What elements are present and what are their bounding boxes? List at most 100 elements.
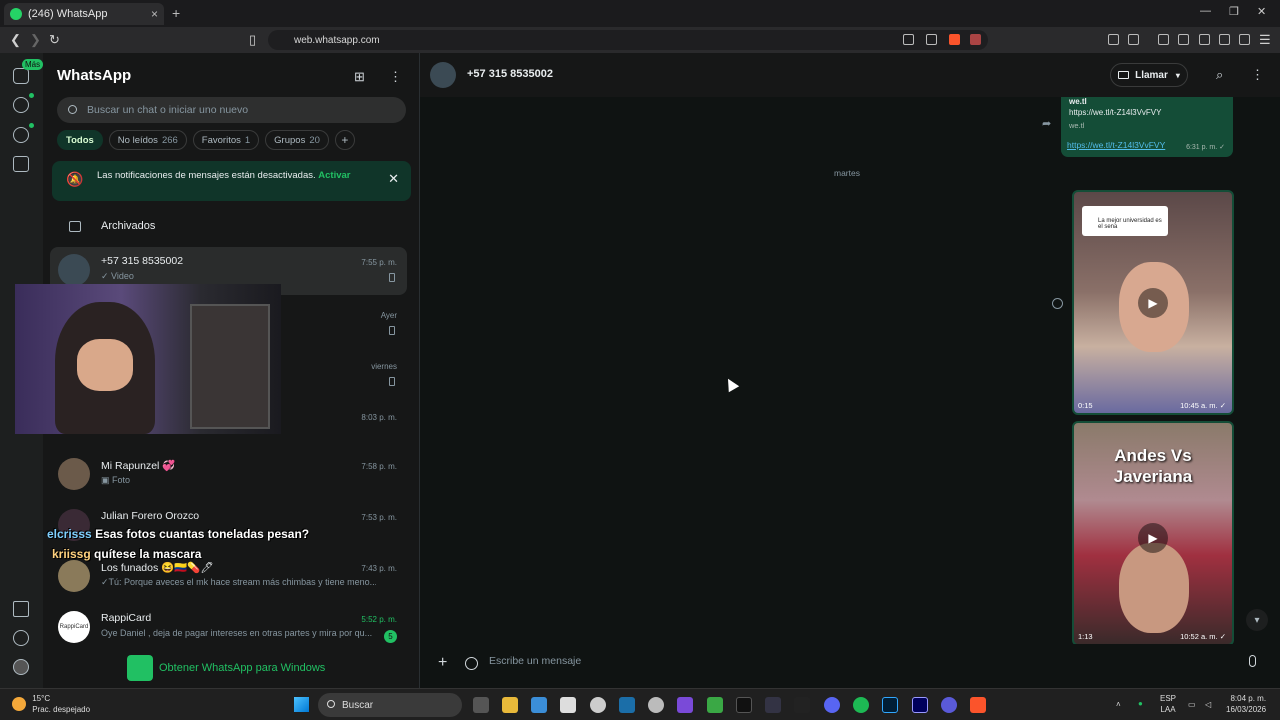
settings-icon[interactable] xyxy=(13,630,29,646)
chat-item[interactable]: RappiCard RappiCard Oye Daniel , deja de… xyxy=(50,604,407,652)
filter-groups[interactable]: Grupos 20 xyxy=(265,130,329,150)
network-icon[interactable]: ▭ xyxy=(1188,699,1196,710)
video-message[interactable]: La mejor universidad es el sena ▶ 0:15 1… xyxy=(1072,190,1234,415)
search-input[interactable]: Buscar un chat o iniciar uno nuevo xyxy=(57,97,406,123)
app-icon[interactable] xyxy=(765,697,781,713)
chat-item[interactable]: Julian Forero Orozco 7:53 p. m. xyxy=(50,502,407,550)
filter-favorites[interactable]: Favoritos 1 xyxy=(192,130,260,150)
cast-icon[interactable] xyxy=(903,34,914,45)
chats-icon[interactable] xyxy=(13,68,29,84)
channels-icon[interactable] xyxy=(13,127,29,143)
forward-icon[interactable]: ❯ xyxy=(30,32,41,48)
play-icon[interactable]: ▶ xyxy=(1138,288,1168,318)
photoshop-icon[interactable] xyxy=(882,697,898,713)
chat-time: viernes xyxy=(371,362,397,371)
more-options-icon[interactable]: ⋮ xyxy=(389,69,402,85)
store-icon[interactable] xyxy=(531,697,547,713)
url-field[interactable]: web.whatsapp.com xyxy=(268,30,988,50)
archived-row[interactable]: Archivados xyxy=(69,220,155,232)
close-window-icon[interactable]: ✕ xyxy=(1257,5,1266,18)
video-message[interactable]: Andes Vs Javeriana ▶ 1:13 10:52 a. m. ✓ xyxy=(1072,421,1234,646)
scroll-down-button[interactable]: ▾ xyxy=(1246,609,1268,631)
back-icon[interactable]: ❮ xyxy=(10,32,21,48)
tray-chevron-icon[interactable]: ˄ xyxy=(1116,699,1121,710)
screenshot-icon[interactable] xyxy=(1128,34,1139,45)
leo-icon[interactable] xyxy=(1219,34,1230,45)
emoji-reaction-icon[interactable] xyxy=(1052,298,1063,309)
taskbar-clock[interactable]: 8:04 p. m. 16/03/2026 xyxy=(1226,693,1266,715)
search-icon[interactable]: ⌕ xyxy=(1216,67,1223,83)
app-icon[interactable] xyxy=(560,697,576,713)
brave-rewards-icon[interactable] xyxy=(970,34,981,45)
close-banner-icon[interactable]: ✕ xyxy=(388,171,399,187)
tab-close-icon[interactable]: × xyxy=(151,7,158,21)
tiktok-icon[interactable] xyxy=(736,697,752,713)
file-explorer-icon[interactable] xyxy=(502,697,518,713)
stream-chat-message: Esas fotos cuantas toneladas pesan? xyxy=(95,527,310,541)
avatar: RappiCard xyxy=(58,611,90,643)
app-icon[interactable] xyxy=(794,697,810,713)
contact-name[interactable]: +57 315 8535002 xyxy=(467,68,553,80)
message-link[interactable]: https://we.tl/t-Z14l3VvFVY xyxy=(1067,140,1165,150)
chat-preview: ▣ Foto xyxy=(101,475,131,485)
forward-icon[interactable]: ➦ xyxy=(1042,117,1051,130)
filter-unread[interactable]: No leídos 266 xyxy=(108,130,187,150)
share-icon[interactable] xyxy=(926,34,937,45)
language-indicator[interactable]: ESP LAA xyxy=(1160,693,1176,715)
brave-shield-icon[interactable] xyxy=(949,34,960,45)
browser-tab[interactable]: (246) WhatsApp × xyxy=(4,3,164,25)
weather-widget[interactable]: 15°C Prac. despejado xyxy=(12,693,90,715)
filter-all[interactable]: Todos xyxy=(57,130,103,150)
message-input[interactable]: Escribe un mensaje xyxy=(489,655,581,667)
more-options-icon[interactable]: ⋮ xyxy=(1251,67,1264,83)
reload-icon[interactable]: ↻ xyxy=(49,32,60,48)
streamer-face xyxy=(77,339,133,391)
communities-icon[interactable] xyxy=(13,156,29,172)
microphone-icon[interactable] xyxy=(1249,655,1256,667)
get-windows-app-link[interactable]: Obtener WhatsApp para Windows xyxy=(127,655,325,681)
url-text: web.whatsapp.com xyxy=(294,34,380,46)
media-icon[interactable] xyxy=(13,601,29,617)
chatgpt-icon[interactable] xyxy=(590,697,606,713)
brave-icon[interactable] xyxy=(970,697,986,713)
chat-item[interactable]: Mi Rapunzel 💞 ▣ Foto 7:58 p. m. xyxy=(50,451,407,499)
weather-icon xyxy=(12,697,26,711)
conversation-header[interactable]: +57 315 8535002 Llamar ▾ ⌕ ⋮ xyxy=(420,53,1280,97)
minecraft-icon[interactable] xyxy=(707,697,723,713)
new-chat-icon[interactable]: ⊞ xyxy=(354,69,365,85)
vpn-app-icon[interactable] xyxy=(941,697,957,713)
weather-text: Prac. despejado xyxy=(32,705,91,714)
sidebar-toggle-icon[interactable] xyxy=(1178,34,1189,45)
link-title: we.tl xyxy=(1069,97,1087,106)
status-icon[interactable] xyxy=(13,97,29,113)
chat-name: +57 315 8535002 xyxy=(101,255,184,267)
taskbar-search[interactable]: Buscar xyxy=(318,693,462,717)
extensions-icon[interactable] xyxy=(1108,34,1119,45)
windows-start-icon[interactable] xyxy=(294,697,309,712)
vpn-icon[interactable] xyxy=(1239,34,1250,45)
contact-avatar[interactable] xyxy=(430,62,456,88)
play-icon[interactable]: ▶ xyxy=(1138,523,1168,553)
task-view-icon[interactable] xyxy=(473,697,489,713)
discord-icon[interactable] xyxy=(824,697,840,713)
call-button[interactable]: Llamar ▾ xyxy=(1110,63,1188,87)
profile-avatar[interactable] xyxy=(13,659,29,675)
emoji-icon[interactable] xyxy=(465,657,478,670)
attach-icon[interactable]: + xyxy=(438,654,447,672)
obs-icon[interactable] xyxy=(648,697,664,713)
minimize-icon[interactable]: — xyxy=(1200,5,1211,17)
music-icon[interactable] xyxy=(1158,34,1169,45)
enable-notifications-link[interactable]: Activar xyxy=(318,170,350,181)
add-filter-button[interactable]: + xyxy=(334,130,355,150)
media-encoder-icon[interactable] xyxy=(912,697,928,713)
wallet-icon[interactable] xyxy=(1199,34,1210,45)
volume-icon[interactable]: ◁ xyxy=(1205,699,1211,710)
restore-icon[interactable]: ❐ xyxy=(1229,5,1239,18)
menu-icon[interactable]: ☰ xyxy=(1259,32,1271,48)
spotify-icon[interactable] xyxy=(853,697,869,713)
bookmark-icon[interactable]: ▯ xyxy=(249,32,256,48)
app-grid-icon[interactable] xyxy=(677,697,693,713)
mic-tray-icon[interactable]: ● xyxy=(1138,698,1143,709)
new-tab-button[interactable]: + xyxy=(172,5,180,21)
steam-icon[interactable] xyxy=(619,697,635,713)
